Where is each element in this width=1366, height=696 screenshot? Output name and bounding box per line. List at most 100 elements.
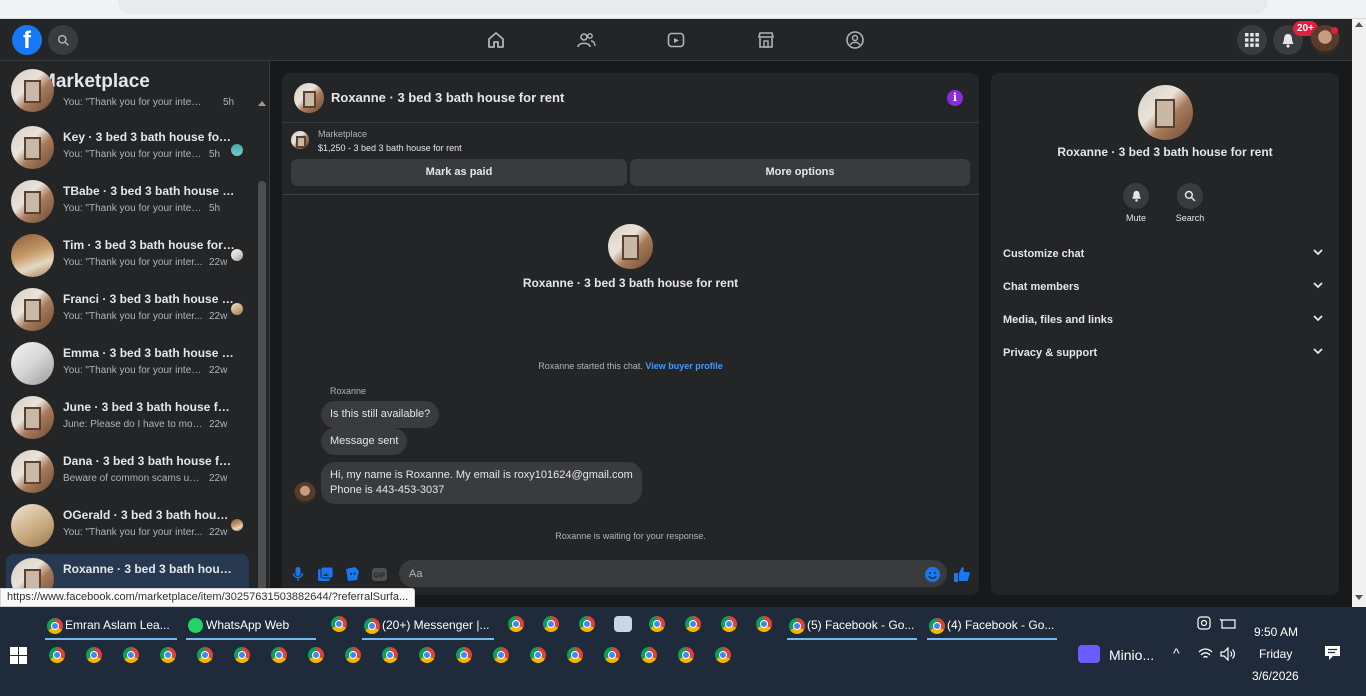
chrome-icon[interactable]	[715, 647, 731, 663]
conversation-item[interactable]: June · 3 bed 3 bath house for re... June…	[6, 392, 249, 444]
chrome-icon[interactable]	[756, 616, 772, 632]
home-icon[interactable]	[485, 29, 507, 51]
address-bar[interactable]	[118, 0, 1268, 14]
video-icon[interactable]	[665, 29, 687, 51]
clock-date[interactable]: 3/6/2026	[1252, 669, 1299, 683]
emoji-icon[interactable]	[924, 566, 940, 582]
search-label: Search	[1175, 213, 1205, 223]
conversation-item[interactable]: You: "Thank you for your interest. ... 5…	[6, 69, 249, 119]
conversation-item[interactable]: Dana · 3 bed 3 bath house for r... Bewar…	[6, 446, 249, 498]
chrome-icon[interactable]	[579, 616, 595, 632]
mute-button[interactable]: Mute	[1111, 183, 1161, 223]
chrome-icon[interactable]	[271, 647, 287, 663]
message-bubble[interactable]: Is this still available?	[321, 401, 440, 428]
chrome-icon[interactable]	[234, 647, 250, 663]
groups-icon[interactable]	[844, 29, 866, 51]
chat-members-section[interactable]: Chat members	[991, 273, 1339, 303]
chevron-down-icon	[1313, 249, 1323, 256]
chrome-icon[interactable]	[345, 647, 361, 663]
customize-chat-section[interactable]: Customize chat	[991, 240, 1339, 270]
thumbs-up-icon[interactable]	[954, 566, 970, 582]
app-icon[interactable]	[614, 616, 632, 632]
conversation-item[interactable]: TBabe · 3 bed 3 bath house for ... You: …	[6, 176, 249, 228]
info-avatar[interactable]	[1138, 85, 1193, 140]
gif-icon[interactable]: GIF	[371, 566, 387, 582]
taskbar-window-button[interactable]: (4) Facebook - Go...	[927, 610, 1057, 640]
facebook-logo[interactable]: f	[12, 25, 42, 55]
action-center-icon[interactable]	[1324, 645, 1341, 666]
scroll-down-arrow-icon[interactable]	[1355, 595, 1363, 600]
chrome-icon[interactable]	[331, 616, 347, 632]
window-title: (20+) Messenger |...	[382, 618, 490, 632]
marketplace-icon[interactable]	[755, 29, 777, 51]
message-input[interactable]	[399, 560, 947, 587]
info-icon[interactable]: i	[947, 90, 963, 106]
chrome-icon[interactable]	[493, 647, 509, 663]
search-conversation-button[interactable]: Search	[1165, 183, 1215, 223]
chrome-icon[interactable]	[197, 647, 213, 663]
chrome-icon	[929, 618, 945, 634]
privacy-support-section[interactable]: Privacy & support	[991, 339, 1339, 369]
chrome-icon[interactable]	[649, 616, 665, 632]
conversation-item[interactable]: Franci · 3 bed 3 bath house f... You: "T…	[6, 284, 249, 336]
search-button[interactable]	[48, 25, 78, 55]
chrome-icon[interactable]	[49, 647, 65, 663]
clock-day[interactable]: Friday	[1259, 647, 1292, 661]
chat-header-avatar[interactable]	[294, 83, 324, 113]
page-scrollbar[interactable]	[1352, 19, 1366, 607]
chat-title[interactable]: Roxanne · 3 bed 3 bath house for rent	[331, 90, 564, 105]
more-options-button[interactable]: More options	[630, 159, 970, 186]
battery-icon[interactable]	[1219, 617, 1236, 635]
scroll-up-arrow-icon[interactable]	[258, 101, 266, 106]
conversation-item[interactable]: Tim · 3 bed 3 bath house for ... You: "T…	[6, 230, 249, 282]
intro-avatar[interactable]	[608, 224, 653, 269]
menu-button[interactable]	[1237, 25, 1267, 55]
chrome-icon[interactable]	[604, 647, 620, 663]
taskbar-window-button[interactable]: WhatsApp Web	[186, 610, 316, 640]
minio-app-icon[interactable]	[1078, 645, 1100, 663]
photo-icon[interactable]	[317, 566, 333, 582]
sticker-icon[interactable]	[344, 566, 360, 582]
wifi-icon[interactable]	[1198, 647, 1213, 665]
chrome-icon[interactable]	[308, 647, 324, 663]
mark-as-paid-button[interactable]: Mark as paid	[291, 159, 627, 186]
info-name: Roxanne · 3 bed 3 bath house for rent	[1057, 145, 1273, 159]
chrome-icon[interactable]	[641, 647, 657, 663]
volume-icon[interactable]	[1220, 646, 1236, 666]
view-buyer-profile-link[interactable]: View buyer profile	[645, 361, 722, 371]
friends-icon[interactable]	[575, 29, 597, 51]
chrome-icon[interactable]	[419, 647, 435, 663]
active-indicator	[787, 638, 917, 640]
chrome-icon[interactable]	[567, 647, 583, 663]
chrome-icon[interactable]	[685, 616, 701, 632]
taskbar-window-button[interactable]: (20+) Messenger |...	[362, 610, 494, 640]
sidebar-scrollbar[interactable]	[258, 101, 266, 607]
bell-icon	[1282, 33, 1294, 48]
windows-start-icon[interactable]	[10, 647, 27, 669]
media-files-links-section[interactable]: Media, files and links	[991, 306, 1339, 336]
chrome-icon[interactable]	[508, 616, 524, 632]
message-bubble[interactable]: Message sent	[321, 428, 408, 455]
chrome-icon[interactable]	[530, 647, 546, 663]
chrome-icon[interactable]	[123, 647, 139, 663]
chrome-icon[interactable]	[456, 647, 472, 663]
chrome-icon[interactable]	[678, 647, 694, 663]
scroll-up-arrow-icon[interactable]	[1355, 22, 1363, 27]
conversation-item[interactable]: OGerald · 3 bed 3 bath house... You: "Th…	[6, 500, 249, 552]
chrome-icon[interactable]	[382, 647, 398, 663]
conversation-item[interactable]: Key · 3 bed 3 bath house for ... You: "T…	[6, 122, 249, 174]
meet-now-icon[interactable]	[1197, 616, 1211, 635]
microphone-icon[interactable]	[290, 566, 306, 582]
clock-time[interactable]: 9:50 AM	[1254, 625, 1298, 639]
tray-chevron-up-icon[interactable]: ^	[1173, 645, 1180, 661]
chrome-icon[interactable]	[543, 616, 559, 632]
conversation-item[interactable]: Emma · 3 bed 3 bath house for ... You: "…	[6, 338, 249, 390]
minio-label[interactable]: Minio...	[1109, 647, 1154, 663]
taskbar-window-button[interactable]: Emran Aslam Lea...	[45, 610, 177, 640]
scrollbar-thumb[interactable]	[258, 181, 266, 607]
taskbar-window-button[interactable]: (5) Facebook - Go...	[787, 610, 917, 640]
chrome-icon[interactable]	[160, 647, 176, 663]
chrome-icon[interactable]	[86, 647, 102, 663]
chrome-icon[interactable]	[721, 616, 737, 632]
message-bubble[interactable]: Hi, my name is Roxanne. My email is roxy…	[321, 462, 642, 504]
